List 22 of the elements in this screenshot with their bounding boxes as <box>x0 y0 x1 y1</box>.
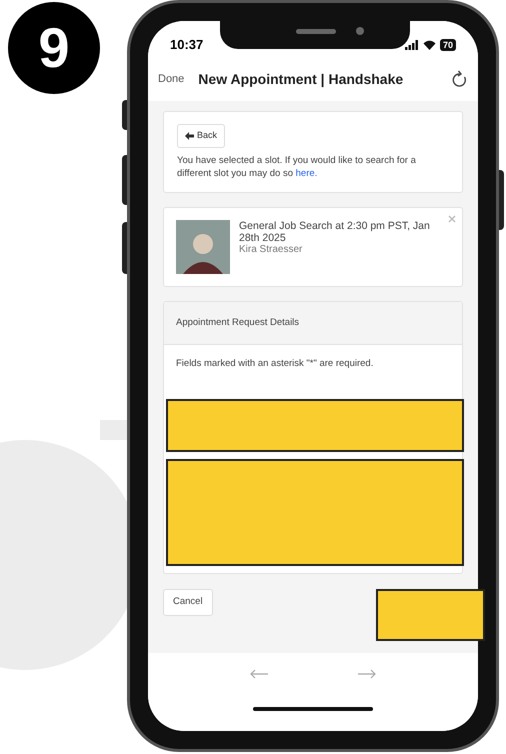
panel-heading: Appointment Request Details <box>176 316 300 330</box>
appointment-title: General Job Search at 2:30 pm PST, Jan 28th 2025 <box>239 220 431 244</box>
battery-level: 70 <box>440 39 456 51</box>
back-arrow-icon[interactable] <box>250 669 268 679</box>
photo-placeholder <box>176 220 230 274</box>
required-fields-note: Fields marked with an asterisk "*" are required. <box>175 357 374 371</box>
here-link[interactable]: here. <box>296 168 318 179</box>
step-badge: 9 <box>8 2 100 94</box>
status-time: 10:37 <box>170 36 204 54</box>
signal-icon <box>404 40 419 50</box>
advisor-name: Kira Straesser <box>239 244 304 256</box>
back-button[interactable]: Back <box>177 124 226 148</box>
wifi-icon <box>422 40 436 50</box>
reload-icon[interactable] <box>452 70 468 88</box>
forward-arrow-icon[interactable] <box>358 669 376 679</box>
done-link[interactable]: Done <box>158 70 184 88</box>
slot-message: You have selected a slot. If you would like to search for a different slot you may do so here. <box>177 154 417 180</box>
back-arrow-icon <box>185 132 194 140</box>
cancel-button[interactable]: Cancel <box>163 588 213 616</box>
close-icon[interactable] <box>448 215 456 223</box>
speaker-icon <box>296 29 336 34</box>
page-title: New Appointment | Handshake <box>198 70 404 90</box>
